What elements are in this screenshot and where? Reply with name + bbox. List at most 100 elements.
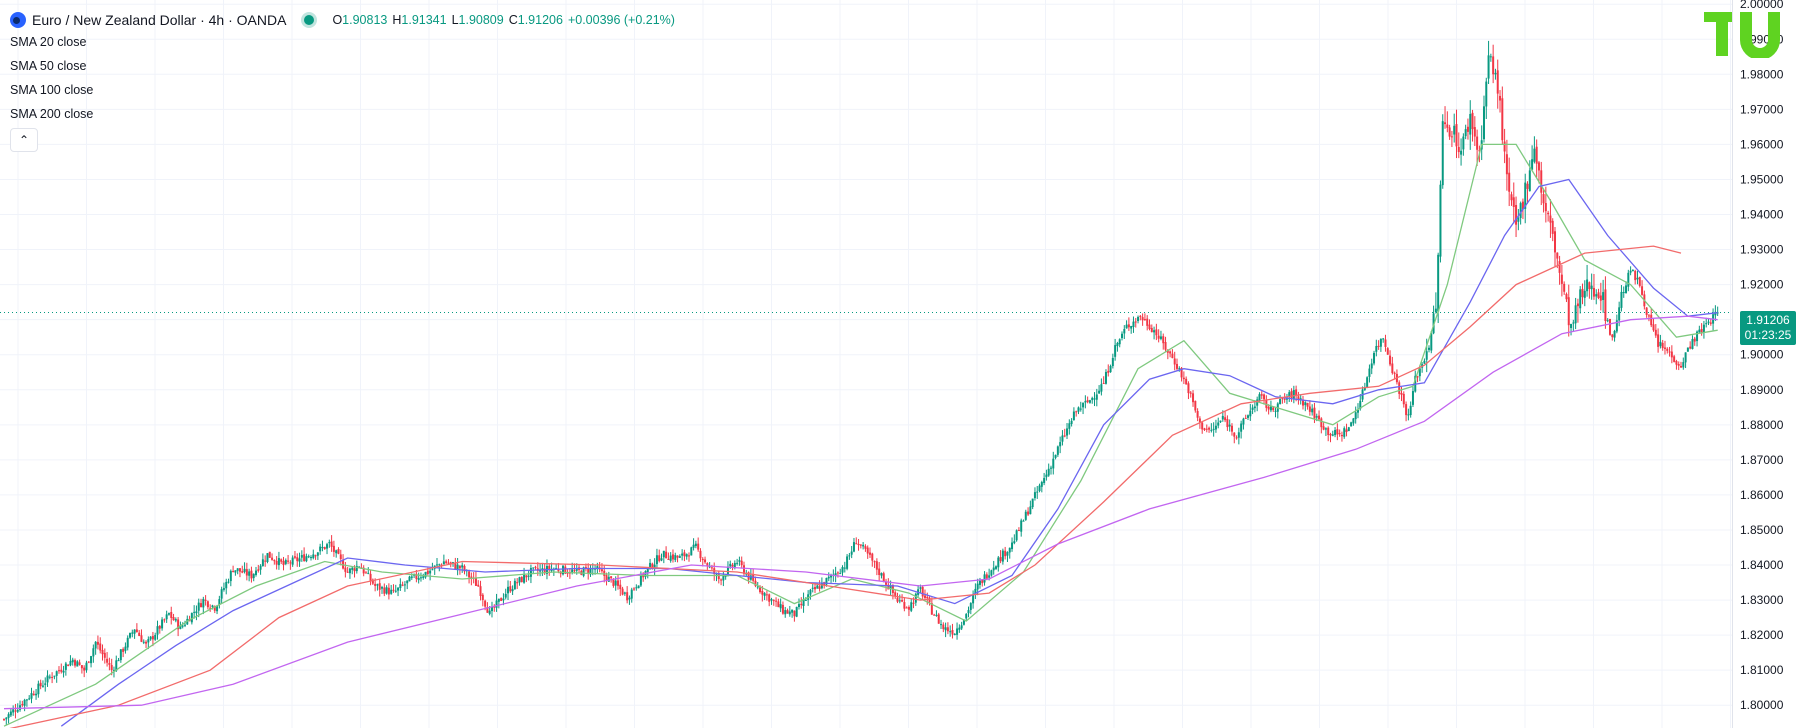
candle-body — [1077, 407, 1080, 412]
candle-body — [1306, 402, 1309, 407]
candle-body — [193, 611, 196, 613]
candle-body — [518, 577, 521, 583]
candle-body — [1203, 428, 1206, 430]
candle-body — [1492, 56, 1495, 75]
candle-body — [1402, 393, 1405, 405]
candle-body — [3, 719, 5, 721]
candle-body — [122, 648, 125, 652]
candle-body — [1052, 458, 1055, 469]
candle-body — [170, 612, 173, 618]
candle-body — [385, 587, 388, 594]
candle-body — [1373, 352, 1376, 364]
candle-body — [623, 592, 626, 594]
candle-body — [942, 624, 945, 630]
candle-body — [1038, 485, 1041, 491]
indicator-sma-50[interactable]: SMA 50 close — [10, 54, 675, 78]
candle-body — [1130, 325, 1133, 329]
candle-body — [326, 544, 329, 549]
candle-body — [990, 570, 993, 576]
candle-body — [101, 649, 104, 655]
candle-body — [129, 633, 132, 638]
candle-body — [637, 585, 640, 589]
candle-body — [202, 598, 205, 608]
candle-body — [997, 557, 1000, 568]
y-tick-label: 1.86000 — [1740, 488, 1784, 502]
candle-body — [841, 567, 844, 573]
candle-body — [1482, 106, 1485, 140]
y-tick-label: 1.83000 — [1740, 593, 1784, 607]
candle-body — [905, 607, 908, 609]
candle-body — [1272, 407, 1275, 411]
candle-body — [972, 594, 975, 604]
candle-body — [1707, 321, 1710, 323]
candle-body — [1072, 411, 1075, 421]
candle-body — [1393, 372, 1396, 374]
candle-body — [225, 581, 228, 589]
candle-body — [392, 589, 395, 591]
candle-body — [1581, 288, 1584, 298]
candle-body — [1219, 420, 1222, 423]
indicator-sma-200[interactable]: SMA 200 close — [10, 102, 675, 126]
candle-body — [1267, 406, 1270, 410]
candle-body — [793, 610, 796, 617]
candle-body — [1576, 303, 1579, 307]
candle-body — [1336, 429, 1339, 435]
candle-body — [738, 560, 741, 562]
candle-body — [1659, 341, 1662, 347]
candle-body — [862, 544, 865, 547]
candle-body — [669, 555, 672, 561]
candle-body — [348, 568, 351, 574]
candle-body — [1611, 334, 1614, 338]
candle-body — [1205, 428, 1208, 430]
candle-body — [321, 547, 324, 549]
y-tick-label: 2.00000 — [1740, 0, 1784, 11]
candle-body — [1558, 261, 1561, 273]
symbol-title[interactable]: Euro / New Zealand Dollar · 4h · OANDA — [32, 12, 286, 28]
candle-body — [722, 575, 725, 581]
candle-body — [1311, 408, 1314, 413]
candle-body — [1700, 329, 1703, 333]
candle-body — [220, 589, 223, 599]
candle-body — [1698, 329, 1701, 333]
candle-body — [275, 560, 278, 565]
candle-body — [497, 598, 500, 602]
y-tick-label: 1.82000 — [1740, 628, 1784, 642]
candle-body — [330, 541, 333, 547]
candle-body — [983, 574, 986, 583]
candle-body — [1192, 393, 1195, 403]
indicator-sma-100[interactable]: SMA 100 close — [10, 78, 675, 102]
candle-body — [296, 557, 299, 562]
candle-body — [53, 675, 56, 677]
candle-body — [1029, 506, 1032, 515]
collapse-legend-button[interactable]: ⌃ — [10, 128, 38, 152]
candle-body — [786, 610, 789, 614]
candle-body — [195, 611, 198, 614]
candle-body — [238, 568, 241, 572]
candle-body — [1027, 511, 1030, 515]
indicator-sma-20[interactable]: SMA 20 close — [10, 30, 675, 54]
candle-body — [1631, 270, 1634, 272]
candle-body — [119, 649, 122, 661]
candle-body — [1118, 339, 1121, 345]
candle-body — [37, 683, 40, 695]
tradingview-logo-icon — [1704, 12, 1780, 58]
candle-body — [1334, 429, 1337, 436]
candle-body — [1531, 159, 1534, 170]
candle-body — [1686, 347, 1689, 352]
candle-body — [1677, 364, 1680, 366]
candle-body — [731, 564, 734, 567]
y-tick-label: 1.92000 — [1740, 278, 1784, 292]
candle-body — [1625, 285, 1628, 294]
candle-body — [1033, 492, 1036, 499]
candle-body — [1382, 338, 1385, 340]
candle-body — [1258, 394, 1261, 401]
candle-body — [1661, 342, 1664, 349]
price-axis[interactable]: 1.80000 1.81000 1.82000 1.83000 1.84000 1.850… — [1740, 0, 1784, 712]
candle-body — [1444, 122, 1447, 125]
candle-body — [1148, 324, 1151, 329]
candle-body — [1059, 442, 1062, 447]
candle-body — [1304, 402, 1307, 406]
candle-body — [277, 558, 280, 566]
candle-body — [316, 552, 319, 556]
candle-body — [1279, 399, 1282, 404]
